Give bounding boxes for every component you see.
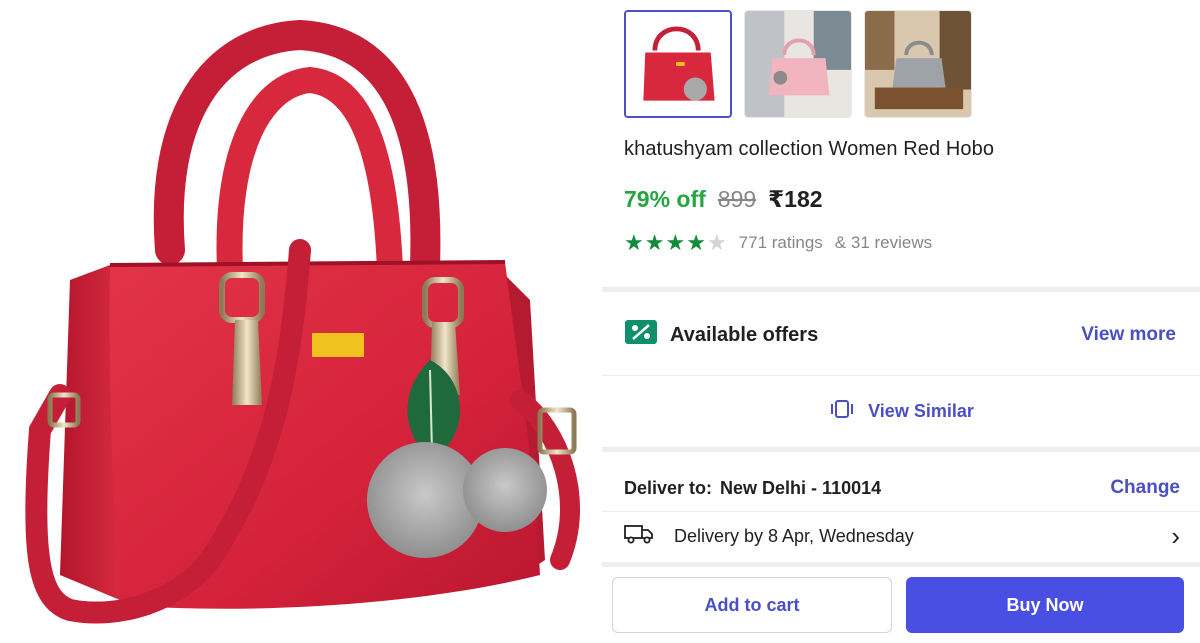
pink-bag-thumbnail-image [745,11,851,117]
buy-now-button[interactable]: Buy Now [906,577,1184,633]
product-main-image[interactable] [0,0,600,643]
section-divider [602,562,1200,567]
view-similar-icon [828,399,856,424]
section-divider [602,287,1200,292]
truck-icon [624,523,654,550]
thumbnail-red-bag-front[interactable] [624,10,732,118]
star-rating: ★ ★ ★ ★ ★ [624,232,727,254]
product-title: khatushyam collection Women Red Hobo [624,138,995,160]
divider [602,511,1200,512]
red-handbag-image [25,19,580,624]
reviews-count: & 31 reviews [834,233,933,252]
available-offers-row[interactable]: Available offers View more [624,315,1176,355]
deliver-to-row: Deliver to: New Delhi - 110014 Change [624,468,1180,508]
chevron-right-icon: › [1171,521,1180,551]
product-details-panel: khatushyam collection Women Red Hobo 79%… [602,0,1200,643]
view-similar-button[interactable]: View Similar [602,388,1200,434]
delivery-location: New Delhi - 110014 [720,477,882,498]
star-filled-icon: ★ [665,230,686,255]
selling-price: ₹182 [768,186,823,212]
price-row: 79% off 899 ₹182 [624,186,823,213]
rating-summary[interactable]: ★ ★ ★ ★ ★ 771 ratings & 31 reviews [624,232,932,254]
divider [602,375,1200,376]
star-empty-icon: ★ [706,230,727,255]
thumbnail-strip [624,10,972,118]
grey-bag-thumbnail-image [865,11,971,117]
view-similar-label: View Similar [868,400,974,421]
ratings-count: 771 ratings [738,233,823,252]
star-filled-icon: ★ [644,230,665,255]
available-offers-label: Available offers [670,323,819,346]
red-bag-thumbnail-image [626,12,730,116]
view-more-offers-link[interactable]: View more [1081,324,1176,346]
star-filled-icon: ★ [686,230,706,255]
delivery-eta-text: Delivery by 8 Apr, Wednesday [674,525,914,546]
thumbnail-grey-bag-room[interactable] [864,10,972,118]
add-to-cart-button[interactable]: Add to cart [612,577,892,633]
thumbnail-pink-bag-lifestyle[interactable] [744,10,852,118]
deliver-to-label: Deliver to: [624,477,713,498]
delivery-eta-row[interactable]: Delivery by 8 Apr, Wednesday › [624,516,1180,556]
discount-percent: 79% off [624,186,706,212]
original-price: 899 [717,186,757,212]
section-divider [602,447,1200,452]
star-filled-icon: ★ [624,230,644,255]
change-location-button[interactable]: Change [1110,477,1180,499]
offer-tag-icon [624,319,658,351]
